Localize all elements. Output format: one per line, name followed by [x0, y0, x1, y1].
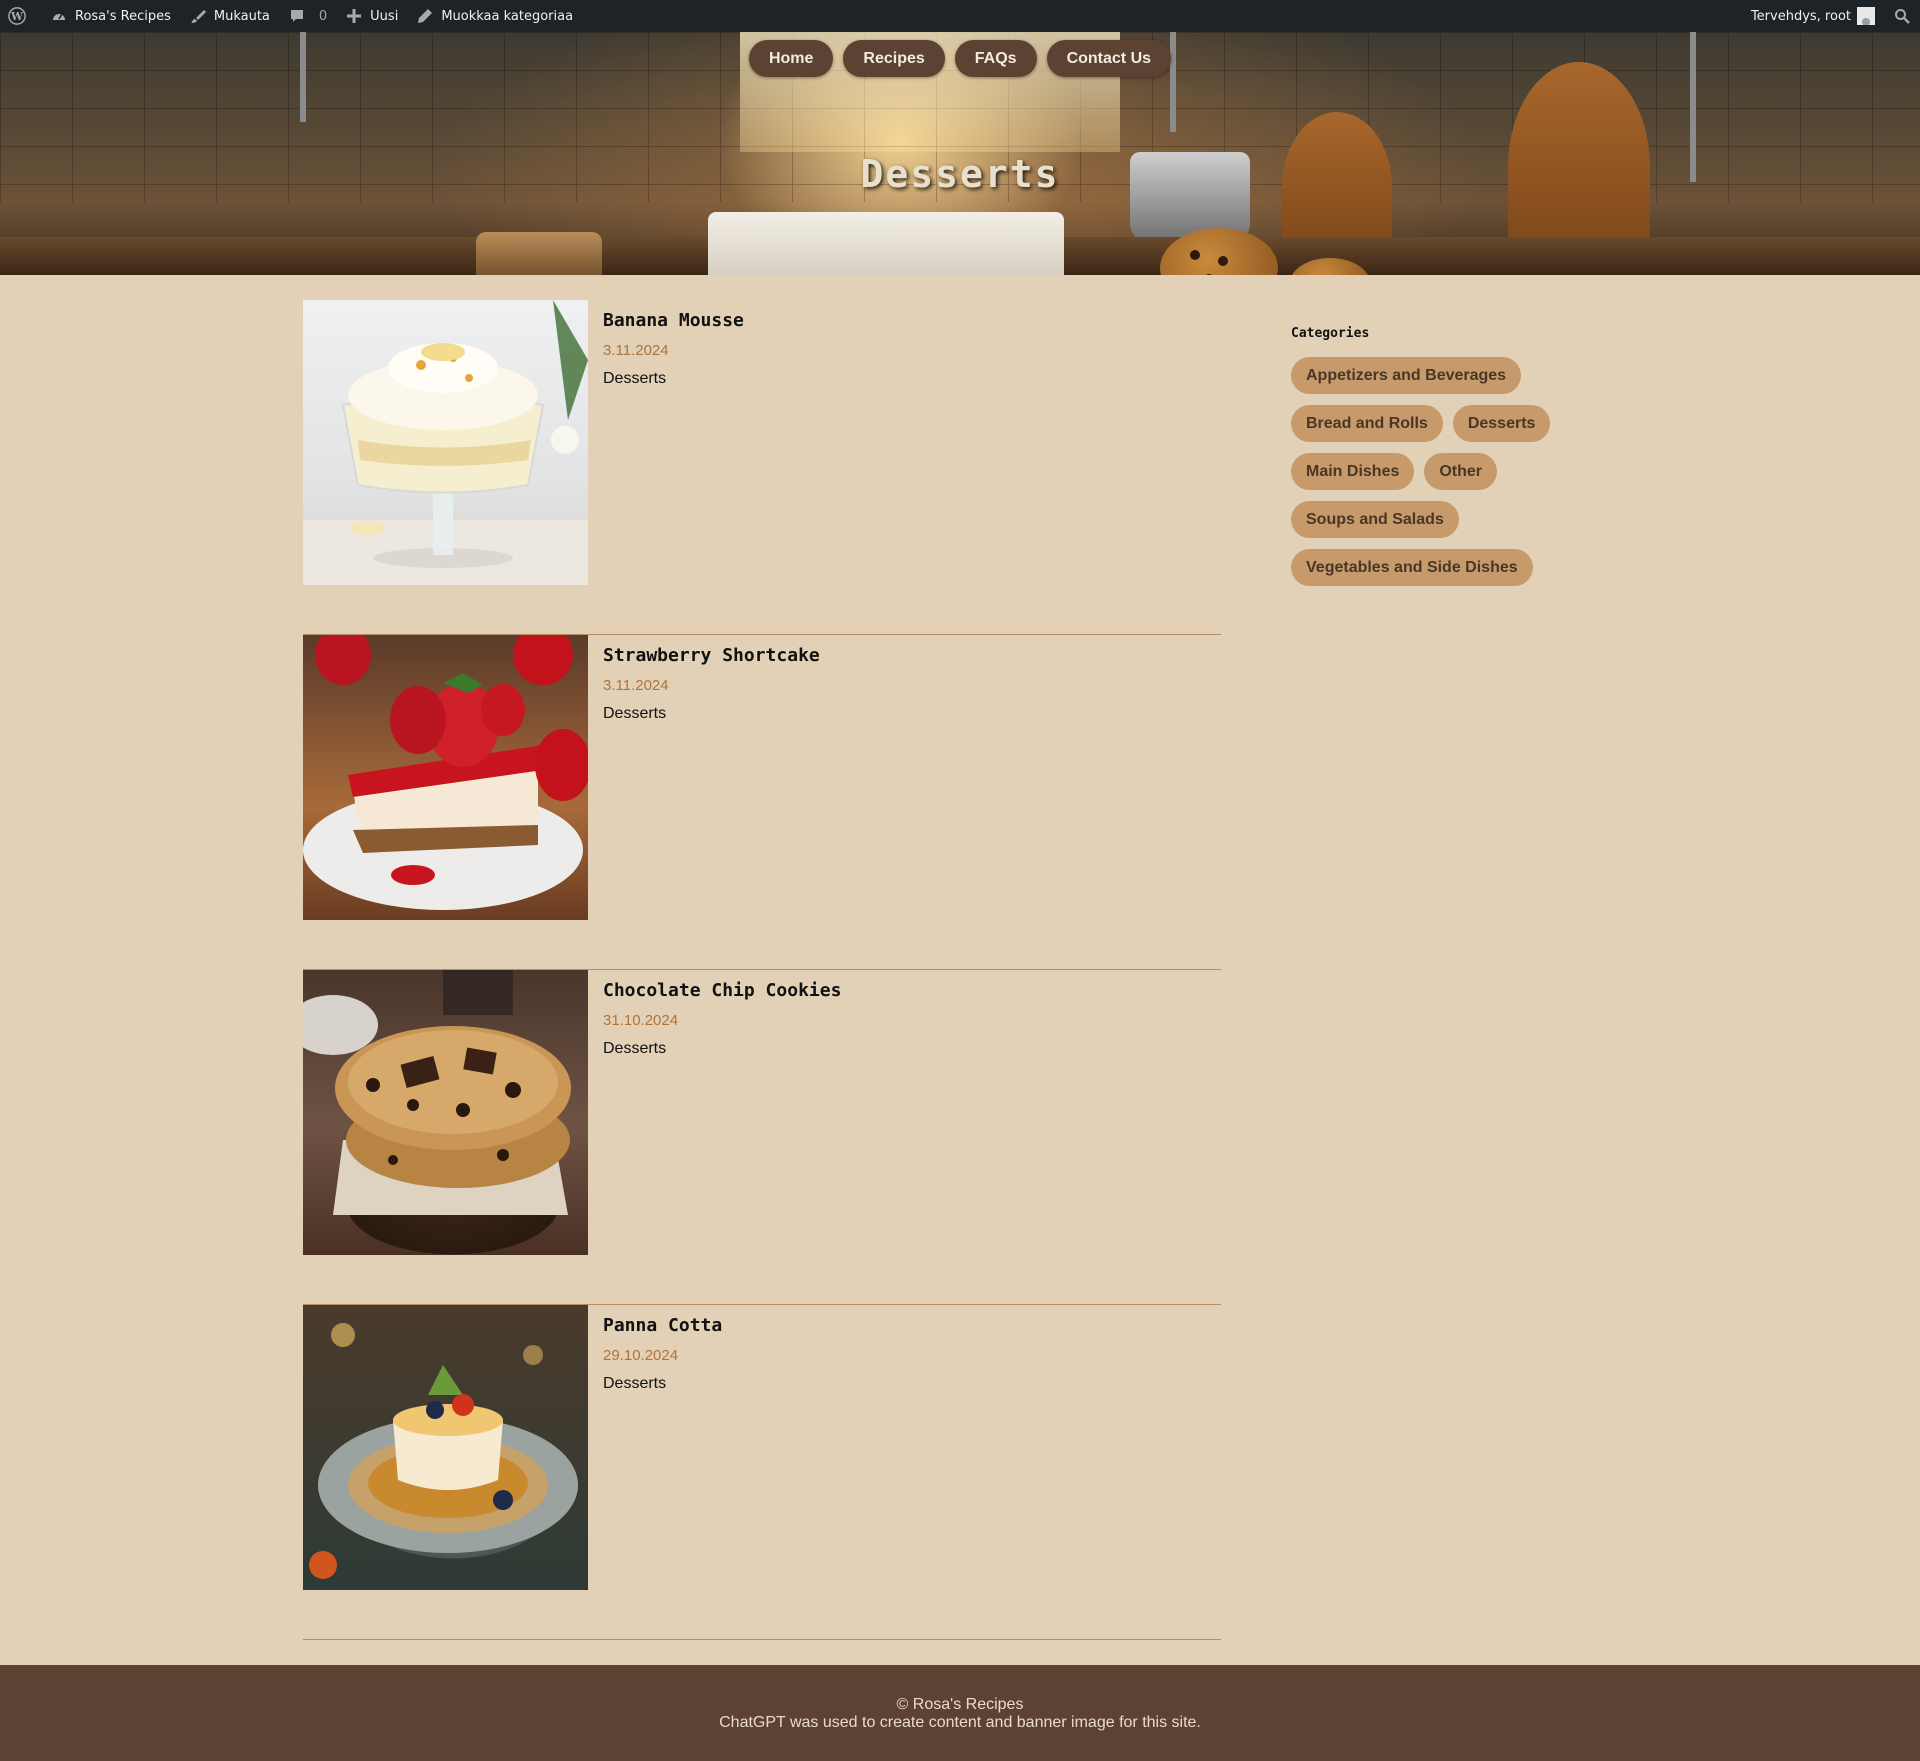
post-category-link[interactable]: Desserts — [603, 1040, 841, 1058]
admin-bar: W Rosa's Recipes Mukauta 0 Uusi Muokkaa … — [0, 0, 1920, 32]
search-icon — [1893, 7, 1911, 25]
nav-recipes[interactable]: Recipes — [843, 40, 945, 77]
header-banner: Home Recipes FAQs Contact Us Desserts — [0, 32, 1920, 275]
banner-sink — [708, 212, 1064, 275]
post-body: Strawberry Shortcake 3.11.2024 Desserts — [603, 645, 820, 723]
main-navigation: Home Recipes FAQs Contact Us — [0, 40, 1920, 77]
post-category-link[interactable]: Desserts — [603, 1375, 722, 1393]
category-other[interactable]: Other — [1424, 453, 1498, 490]
post-title[interactable]: Strawberry Shortcake — [603, 645, 820, 666]
banner-jar — [476, 232, 602, 275]
post-item: Strawberry Shortcake 3.11.2024 Desserts — [303, 635, 1221, 970]
post-title[interactable]: Banana Mousse — [603, 310, 744, 331]
post-body: Banana Mousse 3.11.2024 Desserts — [603, 310, 744, 388]
pencil-icon — [416, 7, 434, 25]
comments-link[interactable]: 0 — [279, 0, 336, 32]
plus-icon — [345, 7, 363, 25]
account-menu[interactable]: Tervehdys, root — [1742, 0, 1884, 32]
page-title: Desserts — [860, 152, 1060, 196]
post-body: Chocolate Chip Cookies 31.10.2024 Desser… — [603, 980, 841, 1058]
edit-category-link[interactable]: Muokkaa kategoriaa — [407, 0, 582, 32]
post-list: Banana Mousse 3.11.2024 Desserts Strawbe… — [303, 300, 1221, 1640]
post-thumbnail-chocolate-chip-cookies[interactable] — [303, 970, 588, 1255]
comment-bubble-icon — [288, 7, 306, 25]
new-content-menu[interactable]: Uusi — [336, 0, 407, 32]
post-title[interactable]: Chocolate Chip Cookies — [603, 980, 841, 1001]
post-date: 3.11.2024 — [603, 342, 669, 359]
comments-count: 0 — [318, 8, 328, 24]
post-body: Panna Cotta 29.10.2024 Desserts — [603, 1315, 722, 1393]
greeting-label: Tervehdys, root — [1750, 8, 1851, 24]
site-name-label: Rosa's Recipes — [75, 8, 171, 24]
wordpress-logo-menu[interactable]: W — [0, 0, 41, 32]
dashboard-gauge-icon — [50, 7, 68, 25]
post-date: 3.11.2024 — [603, 677, 669, 694]
post-category-link[interactable]: Desserts — [603, 705, 820, 723]
category-desserts[interactable]: Desserts — [1452, 405, 1551, 442]
category-vegetables-and-side-dishes[interactable]: Vegetables and Side Dishes — [1291, 549, 1533, 586]
admin-search-button[interactable] — [1884, 0, 1920, 32]
category-soups-and-salads[interactable]: Soups and Salads — [1291, 501, 1459, 538]
site-footer: © Rosa's Recipes ChatGPT was used to cre… — [0, 1665, 1920, 1761]
post-thumbnail-banana-mousse[interactable] — [303, 300, 588, 585]
brush-icon — [189, 7, 207, 25]
category-tag-list: Appetizers and Beverages Bread and Rolls… — [1291, 357, 1581, 586]
post-thumbnail-panna-cotta[interactable] — [303, 1305, 588, 1590]
footer-note: ChatGPT was used to create content and b… — [719, 1714, 1201, 1731]
post-item: Banana Mousse 3.11.2024 Desserts — [303, 300, 1221, 635]
post-item: Chocolate Chip Cookies 31.10.2024 Desser… — [303, 970, 1221, 1305]
post-title[interactable]: Panna Cotta — [603, 1315, 722, 1336]
nav-home[interactable]: Home — [748, 40, 834, 77]
post-category-link[interactable]: Desserts — [603, 370, 744, 388]
post-item: Panna Cotta 29.10.2024 Desserts — [303, 1305, 1221, 1640]
nav-contact-us[interactable]: Contact Us — [1046, 40, 1172, 77]
sidebar: Categories Appetizers and Beverages Brea… — [1291, 326, 1591, 586]
customize-label: Mukauta — [213, 8, 270, 24]
post-thumbnail-strawberry-shortcake[interactable] — [303, 635, 588, 920]
site-name-menu[interactable]: Rosa's Recipes — [41, 0, 180, 32]
svg-text:W: W — [10, 10, 24, 23]
category-main-dishes[interactable]: Main Dishes — [1291, 453, 1415, 490]
wordpress-icon: W — [8, 7, 26, 25]
customize-link[interactable]: Mukauta — [180, 0, 279, 32]
nav-faqs[interactable]: FAQs — [954, 40, 1037, 77]
new-label: Uusi — [370, 8, 399, 24]
post-date: 31.10.2024 — [603, 1012, 679, 1029]
post-date: 29.10.2024 — [603, 1347, 679, 1364]
avatar — [1857, 7, 1875, 25]
categories-heading: Categories — [1291, 326, 1370, 341]
category-bread-and-rolls[interactable]: Bread and Rolls — [1291, 405, 1443, 442]
footer-copyright: © Rosa's Recipes — [896, 1696, 1024, 1713]
category-appetizers-and-beverages[interactable]: Appetizers and Beverages — [1291, 357, 1522, 394]
edit-category-label: Muokkaa kategoriaa — [441, 8, 574, 24]
